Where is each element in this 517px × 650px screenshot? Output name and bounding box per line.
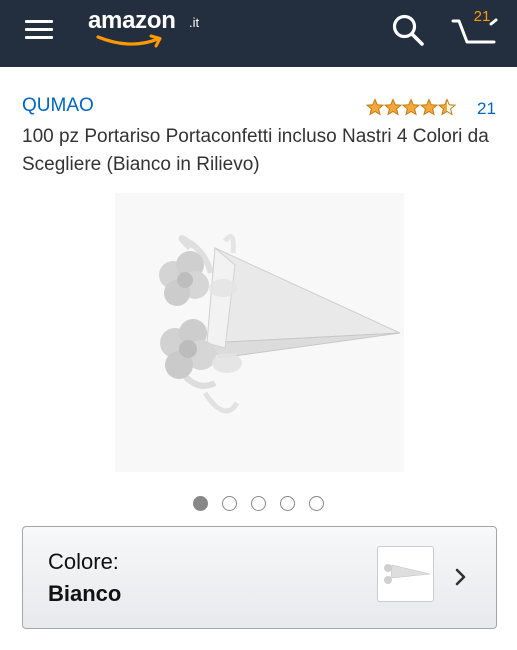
rating-summary[interactable]: 21 <box>366 97 501 121</box>
top-nav-bar: amazon .it 21 <box>0 0 517 67</box>
variant-value: Bianco <box>48 581 122 606</box>
cone-favor-box-image <box>159 234 401 414</box>
carousel-dot[interactable] <box>222 496 237 511</box>
menu-line <box>25 20 53 23</box>
carousel-dot[interactable] <box>280 496 295 511</box>
carousel-dot[interactable] <box>309 496 324 511</box>
cone-thumbnail-image <box>384 564 431 584</box>
smile-arrow-icon <box>96 34 162 48</box>
search-icon <box>392 14 424 46</box>
product-title: 100 pz Portariso Portaconfetti incluso N… <box>22 126 489 175</box>
hamburger-menu-icon[interactable] <box>22 14 58 44</box>
variant-thumbnail <box>377 546 434 602</box>
amazon-logo[interactable]: amazon .it <box>86 6 216 50</box>
chevron-right-icon <box>455 568 466 586</box>
logo-text: amazon <box>88 7 176 34</box>
variant-label: Colore: <box>48 549 119 574</box>
cart-count: 21 <box>473 8 491 25</box>
color-variant-selector[interactable]: Colore: Bianco <box>22 526 497 629</box>
star-rating-icon <box>366 99 456 115</box>
carousel-dot[interactable] <box>193 496 208 511</box>
menu-line <box>25 36 53 39</box>
carousel-dot[interactable] <box>251 496 266 511</box>
menu-line <box>25 28 53 31</box>
image-carousel-dots <box>193 496 333 512</box>
search-button[interactable] <box>390 12 426 48</box>
logo-tld: .it <box>189 15 200 30</box>
cart-button[interactable]: 21 <box>450 8 502 50</box>
brand-link[interactable]: QUMAO <box>22 95 94 117</box>
review-count-link[interactable]: 21 <box>477 99 496 119</box>
product-image[interactable] <box>115 193 404 472</box>
